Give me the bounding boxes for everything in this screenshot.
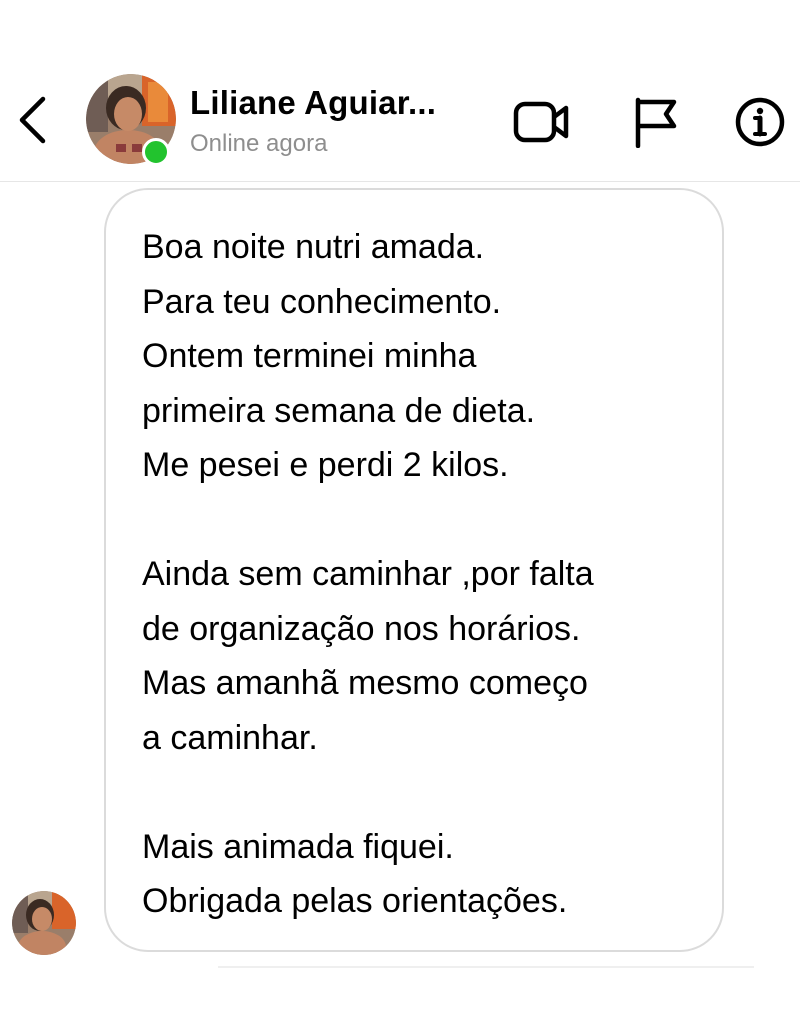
- info-button[interactable]: [730, 92, 790, 152]
- online-status-dot: [142, 138, 170, 166]
- message-line: a caminhar.: [142, 718, 318, 757]
- video-call-button[interactable]: [512, 92, 572, 152]
- contact-name[interactable]: Liliane Aguiar...: [190, 84, 436, 122]
- chevron-left-icon: [19, 96, 46, 144]
- message-line: [142, 765, 594, 820]
- chat-header: Liliane Aguiar... Online agora: [0, 0, 800, 182]
- message-line: Boa noite nutri amada.: [142, 228, 485, 266]
- video-camera-icon: [513, 101, 569, 143]
- message-line: Obrigada pelas orientações.: [142, 882, 568, 920]
- message-line: primeira semana de dieta.: [142, 391, 536, 430]
- message-line: Ontem terminei minha: [142, 337, 477, 375]
- divider: [218, 966, 754, 968]
- message-line: Para teu conhecimento.: [142, 282, 502, 321]
- message-bubble[interactable]: Boa noite nutri amada. Para teu conhecim…: [104, 188, 724, 952]
- message-line: Mas amanhã mesmo começo: [142, 664, 588, 702]
- info-icon: [735, 97, 785, 147]
- message-line: Ainda sem caminhar ,por falta: [142, 555, 594, 593]
- back-button[interactable]: [10, 92, 54, 148]
- message-line: Mais animada fiquei.: [142, 827, 454, 866]
- message-line: [142, 493, 594, 548]
- report-button[interactable]: [624, 92, 684, 152]
- message-line: de organização nos horários.: [142, 609, 581, 648]
- message-line: Me pesei e perdi 2 kilos.: [142, 446, 509, 484]
- message-text: Boa noite nutri amada. Para teu conhecim…: [142, 220, 594, 929]
- contact-status: Online agora: [190, 130, 328, 157]
- sender-avatar[interactable]: [12, 891, 76, 955]
- flag-icon: [635, 97, 677, 148]
